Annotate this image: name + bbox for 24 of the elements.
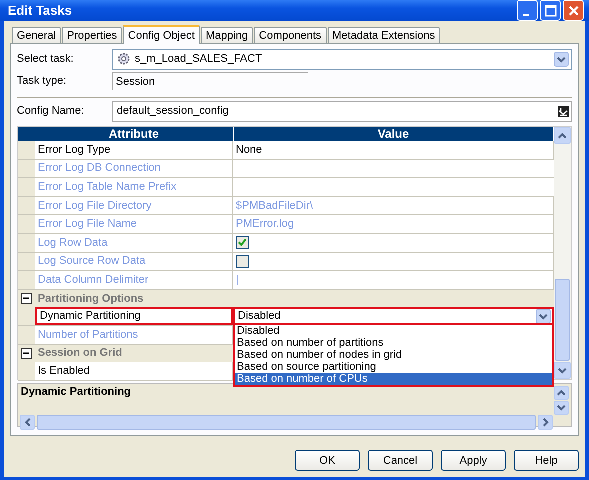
dropdown-option[interactable]: Based on number of nodes in grid xyxy=(235,348,552,361)
tab[interactable]: Metadata Extensions xyxy=(328,27,440,43)
tab[interactable]: Config Object xyxy=(123,25,200,44)
tab[interactable]: Mapping xyxy=(200,27,254,43)
dialog-button[interactable]: Cancel xyxy=(368,450,433,471)
dropdown-option[interactable]: Based on number of CPUs xyxy=(235,372,552,385)
tab[interactable]: Properties xyxy=(62,27,122,43)
tab[interactable]: Components xyxy=(254,27,327,43)
dropdown-option[interactable]: Based on source partitioning xyxy=(235,360,552,373)
config-name-field[interactable]: default_session_config xyxy=(112,100,572,122)
dialog-button[interactable]: Help xyxy=(514,450,579,471)
task-type-value: Session xyxy=(112,72,308,90)
attribute-cell: Dynamic Partitioning xyxy=(35,307,233,325)
description-title: Dynamic Partitioning xyxy=(21,386,132,400)
dialog-button[interactable]: Apply xyxy=(441,450,506,471)
dialog-button[interactable]: OK xyxy=(295,450,360,471)
field-label: Select task: xyxy=(17,53,75,65)
value-cell: $PMBadFileDir\ xyxy=(233,196,554,214)
tab[interactable]: General xyxy=(12,27,62,43)
task-dropdown[interactable]: s_m_Load_SALES_FACT xyxy=(112,48,572,70)
field-label: Config Name: xyxy=(17,105,86,117)
dropdown-option[interactable]: Disabled xyxy=(235,324,552,337)
field-label: Task type: xyxy=(17,75,68,87)
window-title: Edit Tasks xyxy=(8,3,72,18)
